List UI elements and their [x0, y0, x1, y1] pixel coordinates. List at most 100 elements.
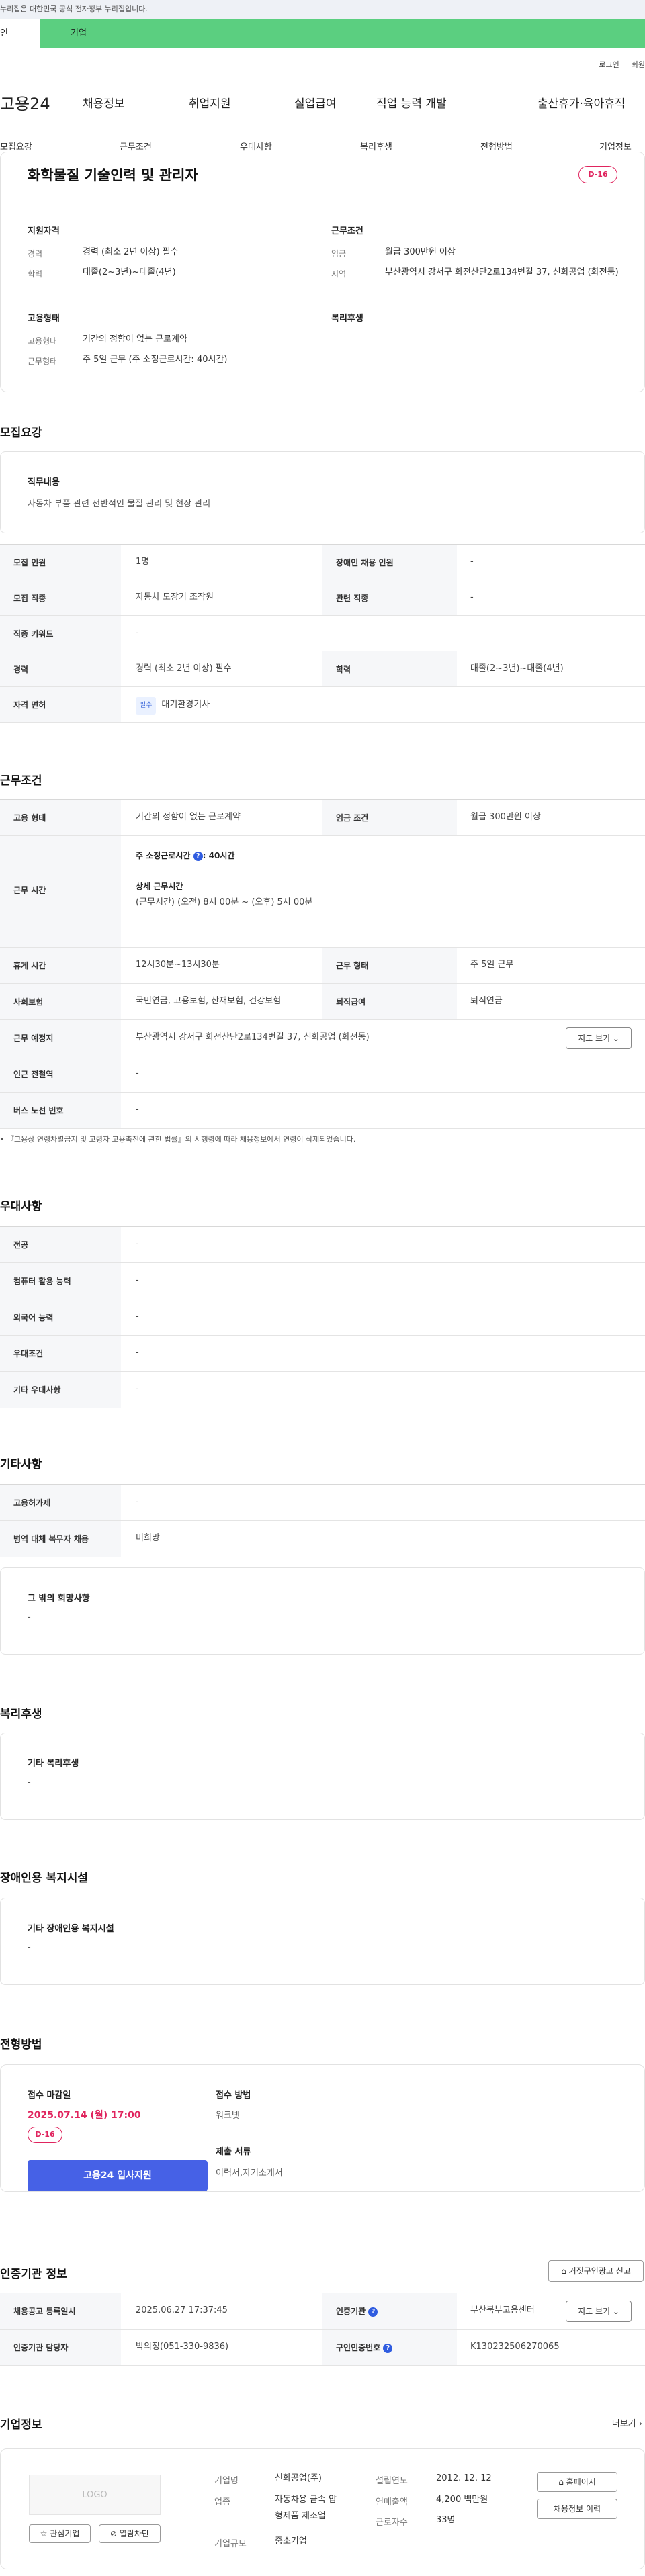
name-value: 신화공업(주): [275, 2473, 322, 2483]
break-label: 휴게 시간: [13, 961, 46, 970]
work-title: 근무조건: [0, 774, 42, 788]
favorite-label: 관심기업: [50, 2529, 80, 2538]
chevron-down-icon: ⌄: [612, 1033, 619, 1043]
table-row: 직종 키워드 -: [0, 616, 645, 651]
tab-company[interactable]: 기업: [40, 19, 87, 48]
keyword-value: -: [136, 628, 139, 638]
subnav-recruit[interactable]: 모집요강: [0, 140, 32, 152]
place-label: 근무 예정지: [13, 1033, 54, 1043]
place-map-button[interactable]: 지도 보기 ⌄: [566, 1027, 632, 1049]
help-icon[interactable]: ?: [383, 2344, 393, 2353]
login-link[interactable]: 로그인: [599, 59, 619, 70]
major-label: 전공: [13, 1240, 29, 1250]
break-value: 12시30분~13시30분: [136, 960, 220, 970]
cert-title: 인증기관 정보: [0, 2268, 67, 2281]
gnb-item-unemployment[interactable]: 실업급여: [294, 94, 376, 111]
related-occupation-label: 관련 직종: [336, 594, 369, 603]
company-logo: LOGO: [29, 2475, 161, 2515]
edu-row-value: 대졸(2~3년)~대졸(4년): [470, 663, 564, 674]
pref-table: 전공 - 컴퓨터 활용 능력 - 외국어 능력 - 우대조건 - 기타 우대사항…: [0, 1226, 645, 1408]
apply-button[interactable]: 고용24 입사지원: [28, 2160, 208, 2191]
help-icon[interactable]: ?: [368, 2307, 378, 2317]
chevron-right-icon: ›: [638, 2419, 642, 2429]
welfare-box-value: -: [28, 1778, 31, 1788]
career-row-value: 경력 (최소 2년 이상) 필수: [136, 663, 232, 674]
education-label: 학력: [28, 269, 43, 279]
table-row: 외국어 능력 -: [0, 1299, 645, 1336]
worktype-label: 근무형태: [28, 357, 58, 366]
wagecond-value: 월급 300만원 이상: [470, 812, 541, 822]
table-row: 자격 면허 필수 대기환경기사: [0, 687, 645, 723]
biz-value-1: 자동차용 금속 압: [275, 2495, 337, 2505]
emptype-row-value: 기간의 정함이 없는 근로계약: [136, 812, 241, 822]
subnav-company[interactable]: 기업정보: [599, 140, 632, 152]
table-row: 휴게 시간 12시30분~13시30분 근무 형태 주 5일 근무: [0, 948, 645, 984]
table-row: 병역 대체 복무자 채용 비희망: [0, 1521, 645, 1557]
hours-label: 근무 시간: [13, 886, 46, 895]
gnb-item-support[interactable]: 취업지원: [189, 94, 294, 111]
map-button-label: 지도 보기: [578, 1033, 611, 1043]
join-link[interactable]: 회원: [632, 59, 645, 70]
other-pref-label: 기타 우대사항: [13, 1385, 61, 1395]
pref-cond-label: 우대조건: [13, 1349, 44, 1359]
reg-label: 채용공고 등록일시: [13, 2307, 76, 2316]
agency-label-wrap: 인증기관 ?: [336, 2305, 378, 2317]
weekly-hours-label: 주 소정근로시간: [136, 851, 191, 860]
hope-heading: 그 밖의 희망사항: [28, 1594, 90, 1604]
hope-value: -: [28, 1612, 31, 1622]
block-label: 열람차단: [119, 2529, 150, 2538]
est-value: 2012. 12. 12: [436, 2473, 492, 2483]
manager-value: 박의정(051-330-9836): [136, 2342, 229, 2352]
disabled-title: 장애인용 복지시설: [0, 1872, 89, 1885]
table-row: 근무 예정지 부산광역시 강서구 화전산단2로134번길 37, 신화공업 (화…: [0, 1020, 645, 1056]
job-history-button[interactable]: 채용정보 이력: [537, 2499, 617, 2519]
report-button-label: 거짓구인광고 신고: [568, 2266, 631, 2276]
block-button[interactable]: ⊘ 열람차단: [99, 2524, 161, 2543]
place-value: 부산광역시 강서구 화전산단2로134번길 37, 신화공업 (화전동): [136, 1032, 370, 1042]
subnav-welfare[interactable]: 복리후생: [360, 140, 392, 152]
military-label: 병역 대체 복무자 채용: [13, 1534, 89, 1544]
favorite-button[interactable]: ☆ 관심기업: [29, 2524, 91, 2543]
work-table: 고용 형태 기간의 정함이 없는 근로계약 임금 조건 월급 300만원 이상 …: [0, 799, 645, 1129]
reg-value: 2025.06.27 17:37:45: [136, 2305, 228, 2315]
gnb-item-jobs[interactable]: 채용정보: [83, 94, 189, 111]
headcount-value: 1명: [136, 557, 150, 567]
site-logo[interactable]: 고용24: [0, 91, 71, 114]
homepage-button[interactable]: ⌂ 홈페이지: [537, 2472, 617, 2492]
deadline-heading: 접수 마감일: [28, 2090, 71, 2101]
employment-heading: 고용형태: [28, 314, 60, 324]
computer-value: -: [136, 1275, 139, 1285]
gnb-item-leave[interactable]: 출산휴가·육아휴직: [538, 94, 645, 111]
emptype-row-label: 고용 형태: [13, 813, 46, 823]
company-more-link[interactable]: 더보기 ›: [612, 2416, 642, 2429]
help-icon[interactable]: ?: [193, 852, 203, 861]
subnav-pref[interactable]: 우대사항: [240, 140, 272, 152]
deadline-value: 2025.07.14 (월) 17:00: [28, 2110, 141, 2121]
other-pref-value: -: [136, 1384, 139, 1394]
biz-label: 업종: [214, 2497, 230, 2508]
company-title: 기업정보: [0, 2418, 42, 2432]
table-row: 채용공고 등록일시 2025.06.27 17:37:45 인증기관 ? 부산북…: [0, 2293, 645, 2330]
wage-label: 임금: [331, 249, 347, 259]
recruit-title: 모집요강: [0, 426, 42, 440]
bus-value: -: [136, 1105, 139, 1115]
computer-label: 컴퓨터 활용 능력: [13, 1277, 71, 1286]
weekly-hours: 주 소정근로시간 ?: 40시간: [136, 848, 234, 863]
insurance-value: 국민연금, 고용보험, 산재보험, 건강보험: [136, 996, 282, 1006]
wage-value: 월급 300만원 이상: [385, 247, 456, 257]
subnav-work[interactable]: 근무조건: [120, 140, 152, 152]
insurance-label: 사회보험: [13, 997, 44, 1007]
subway-label: 인근 전철역: [13, 1070, 54, 1079]
gnb-item-training[interactable]: 직업 능력 개발: [376, 94, 538, 111]
related-occupation-value: -: [470, 592, 474, 602]
table-row: 고용허가제 -: [0, 1485, 645, 1521]
duty-heading: 직무내용: [28, 477, 60, 488]
agency-map-button[interactable]: 지도 보기 ⌄: [566, 2301, 632, 2322]
dday-badge: D-16: [578, 166, 617, 183]
tab-person[interactable]: 인: [0, 19, 40, 48]
occupation-value: 자동차 도장기 조작원: [136, 592, 214, 602]
pref-cond-value: -: [136, 1348, 139, 1358]
report-button[interactable]: ⌂ 거짓구인광고 신고: [548, 2260, 644, 2282]
disabled-box-value: -: [28, 1943, 31, 1953]
subnav-selection[interactable]: 전형방법: [480, 140, 513, 152]
